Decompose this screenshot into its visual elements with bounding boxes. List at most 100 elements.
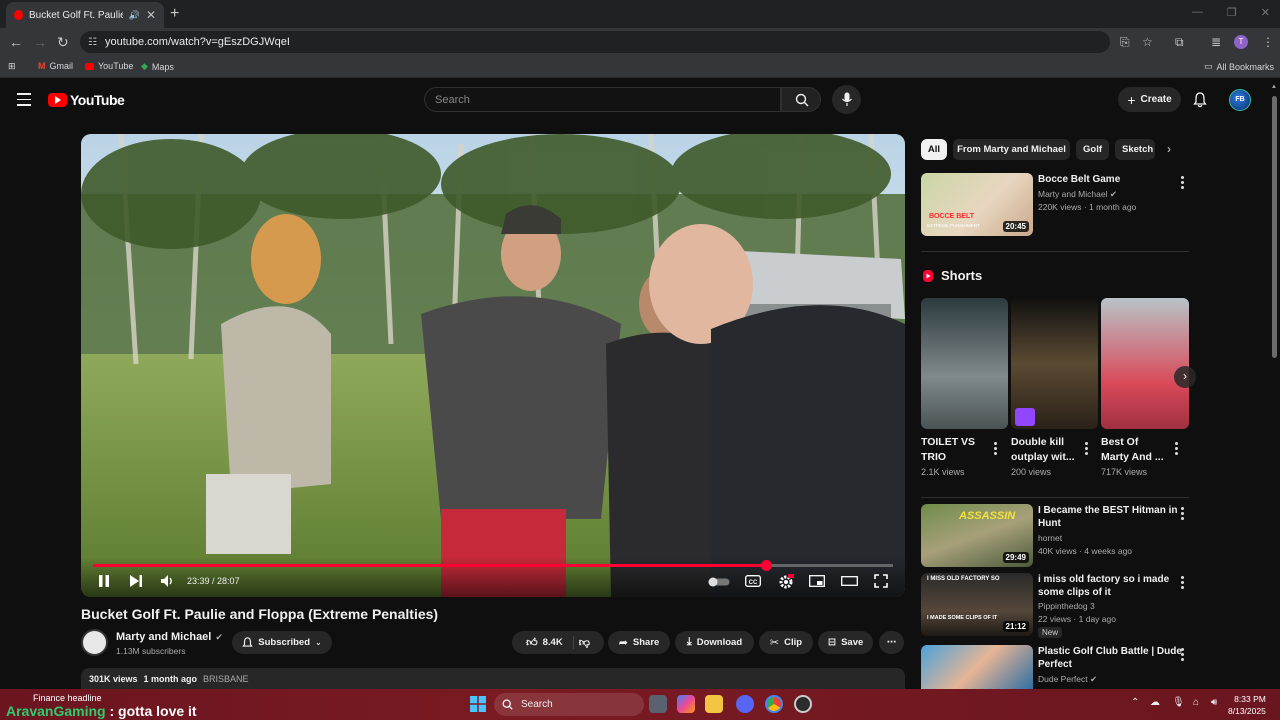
short-title-1[interactable]: TOILET VS TRIO [921, 435, 975, 465]
tray-overflow-icon[interactable]: ⌃ [1131, 697, 1139, 708]
browser-tab[interactable]: Bucket Golf Ft. Paulie and F 🔊 ✕ [6, 2, 164, 28]
chip-golf[interactable]: Golf [1076, 139, 1109, 160]
obs-icon[interactable] [794, 695, 812, 713]
like-button[interactable]: 👍︎ 8.4K [526, 636, 574, 649]
pause-icon[interactable] [97, 574, 111, 588]
dislike-button[interactable]: 👎︎ [579, 636, 590, 649]
short-more-icon[interactable] [1175, 442, 1178, 457]
system-clock[interactable]: 8:33 PM 8/13/2025 [1228, 693, 1266, 717]
search-input[interactable]: Search [424, 87, 781, 112]
apps-grid-icon[interactable]: ⊞ [8, 61, 16, 72]
download-button[interactable]: ⤓ Download [675, 631, 754, 654]
video-title-3[interactable]: Plastic Golf Club Battle | Dude Perfect [1038, 645, 1182, 671]
close-window-icon[interactable]: ✕ [1261, 6, 1270, 19]
speaker-icon[interactable]: 🔊︎ [1211, 697, 1217, 708]
notifications-bell-icon[interactable] [1193, 92, 1207, 108]
video-title-2[interactable]: i miss old factory so i made some clips o… [1038, 573, 1169, 599]
copilot-icon[interactable] [677, 695, 695, 713]
forward-icon[interactable]: → [33, 34, 47, 50]
youtube-logo[interactable]: YouTube [48, 92, 125, 108]
chips-next-arrow-icon[interactable]: › [1167, 142, 1171, 156]
chip-from-channel[interactable]: From Marty and Michael [953, 139, 1070, 160]
bookmark-gmail[interactable]: M Gmail [38, 61, 73, 71]
more-vertical-icon[interactable] [1181, 576, 1184, 591]
short-title-2[interactable]: Double kill outplay wit... [1011, 435, 1075, 465]
short-more-icon[interactable] [1085, 442, 1088, 457]
reload-icon[interactable]: ↻ [57, 34, 69, 51]
network-icon[interactable]: ⌂ [1193, 697, 1199, 708]
recommended-title[interactable]: Bocce Belt Game [1038, 173, 1120, 186]
browser-profile-avatar[interactable]: T [1234, 35, 1248, 49]
search-button[interactable] [781, 87, 821, 112]
address-bar[interactable]: ☷ youtube.com/watch?v=gEszDGJWqeI [80, 31, 1110, 53]
theater-mode-icon[interactable] [841, 574, 858, 588]
more-vertical-icon[interactable] [1181, 648, 1184, 663]
save-button[interactable]: ⊟ Save [818, 631, 873, 654]
subscribed-button[interactable]: Subscribed ⌄ [232, 631, 332, 654]
bookmark-youtube[interactable]: YouTube [85, 61, 133, 71]
close-tab-icon[interactable]: ✕ [146, 8, 156, 22]
fullscreen-icon[interactable] [874, 574, 888, 588]
bookmark-maps[interactable]: ◆ Maps [141, 61, 174, 72]
short-thumbnail-3[interactable] [1101, 298, 1189, 429]
settings-gear-icon[interactable] [778, 574, 794, 590]
file-explorer-icon[interactable] [705, 695, 723, 713]
video-player[interactable]: 23:39 / 28:07 CC [81, 134, 905, 597]
scrubber-handle[interactable] [760, 560, 772, 571]
chrome-menu-icon[interactable]: ⋮ [1262, 35, 1274, 49]
taskbar-search[interactable]: Search [494, 693, 644, 716]
onedrive-icon[interactable]: ☁ [1150, 697, 1160, 708]
finance-widget[interactable]: Finance headline [33, 693, 102, 703]
scrollbar-thumb[interactable] [1272, 96, 1277, 358]
create-button[interactable]: + Create [1118, 87, 1181, 112]
share-button[interactable]: ➦ Share [608, 631, 670, 654]
more-vertical-icon[interactable] [1181, 507, 1184, 522]
audio-playing-icon[interactable]: 🔊 [129, 10, 140, 21]
video-title-1[interactable]: I Became the BEST Hitman in Hunt [1038, 504, 1177, 530]
recommended-thumbnail[interactable]: BOCCE BELT EXTREME PUNISHMENT 20:45 [921, 173, 1033, 236]
user-avatar[interactable]: FB [1229, 89, 1251, 111]
media-controls-icon[interactable]: ≣ [1211, 35, 1221, 49]
scroll-up-icon[interactable]: ▲ [1271, 84, 1277, 90]
task-view-icon[interactable] [649, 695, 667, 713]
short-thumbnail-1[interactable] [921, 298, 1008, 429]
volume-icon[interactable] [160, 574, 174, 588]
next-video-icon[interactable] [129, 574, 143, 588]
closed-captions-icon[interactable]: CC [745, 574, 761, 588]
page-scrollbar[interactable]: ▲ [1270, 82, 1278, 690]
back-icon[interactable]: ← [9, 34, 23, 50]
windows-start-icon[interactable] [470, 696, 486, 712]
shorts-next-arrow-icon[interactable]: › [1174, 366, 1196, 388]
new-tab-icon[interactable]: + [170, 5, 179, 23]
bookmark-star-icon[interactable]: ☆ [1142, 35, 1153, 49]
video-channel-1[interactable]: hornet [1038, 532, 1062, 545]
short-thumbnail-2[interactable] [1011, 298, 1098, 429]
site-info-icon[interactable]: ☷ [88, 37, 97, 48]
minimize-icon[interactable]: — [1192, 6, 1203, 19]
progress-bar[interactable] [93, 560, 893, 571]
video-thumbnail-2[interactable]: I MISS OLD FACTORY SO I MADE SOME CLIPS … [921, 573, 1033, 636]
restore-icon[interactable]: ❐ [1227, 6, 1237, 19]
chrome-icon[interactable] [765, 695, 783, 713]
channel-avatar[interactable] [81, 629, 108, 656]
chip-sketch[interactable]: Sketch [1115, 139, 1155, 160]
video-channel-3[interactable]: Dude Perfect ✔ [1038, 673, 1097, 686]
video-thumbnail-1[interactable]: ASSASSIN 29:49 [921, 504, 1033, 567]
discord-icon[interactable] [736, 695, 754, 713]
install-app-icon[interactable]: ⎘ [1120, 35, 1130, 50]
video-thumbnail-3[interactable] [921, 645, 1033, 689]
miniplayer-icon[interactable] [809, 574, 825, 588]
channel-name[interactable]: Marty and Michael ✔ [116, 631, 223, 643]
guide-menu-icon[interactable] [17, 93, 31, 110]
more-actions-button[interactable]: ⋯ [879, 631, 904, 654]
clip-button[interactable]: ✂ Clip [759, 631, 813, 654]
all-bookmarks[interactable]: ▭ All Bookmarks [1204, 61, 1274, 72]
microphone-icon[interactable]: 🎙︎ [1172, 697, 1185, 708]
recommended-channel[interactable]: Marty and Michael ✔ [1038, 188, 1117, 201]
extensions-icon[interactable]: ⧉ [1175, 35, 1184, 50]
more-vertical-icon[interactable] [1181, 176, 1184, 191]
video-channel-2[interactable]: Pippinthedog 3 [1038, 600, 1095, 613]
voice-search-button[interactable] [832, 85, 861, 114]
autoplay-toggle-icon[interactable] [708, 577, 730, 587]
short-more-icon[interactable] [994, 442, 997, 457]
